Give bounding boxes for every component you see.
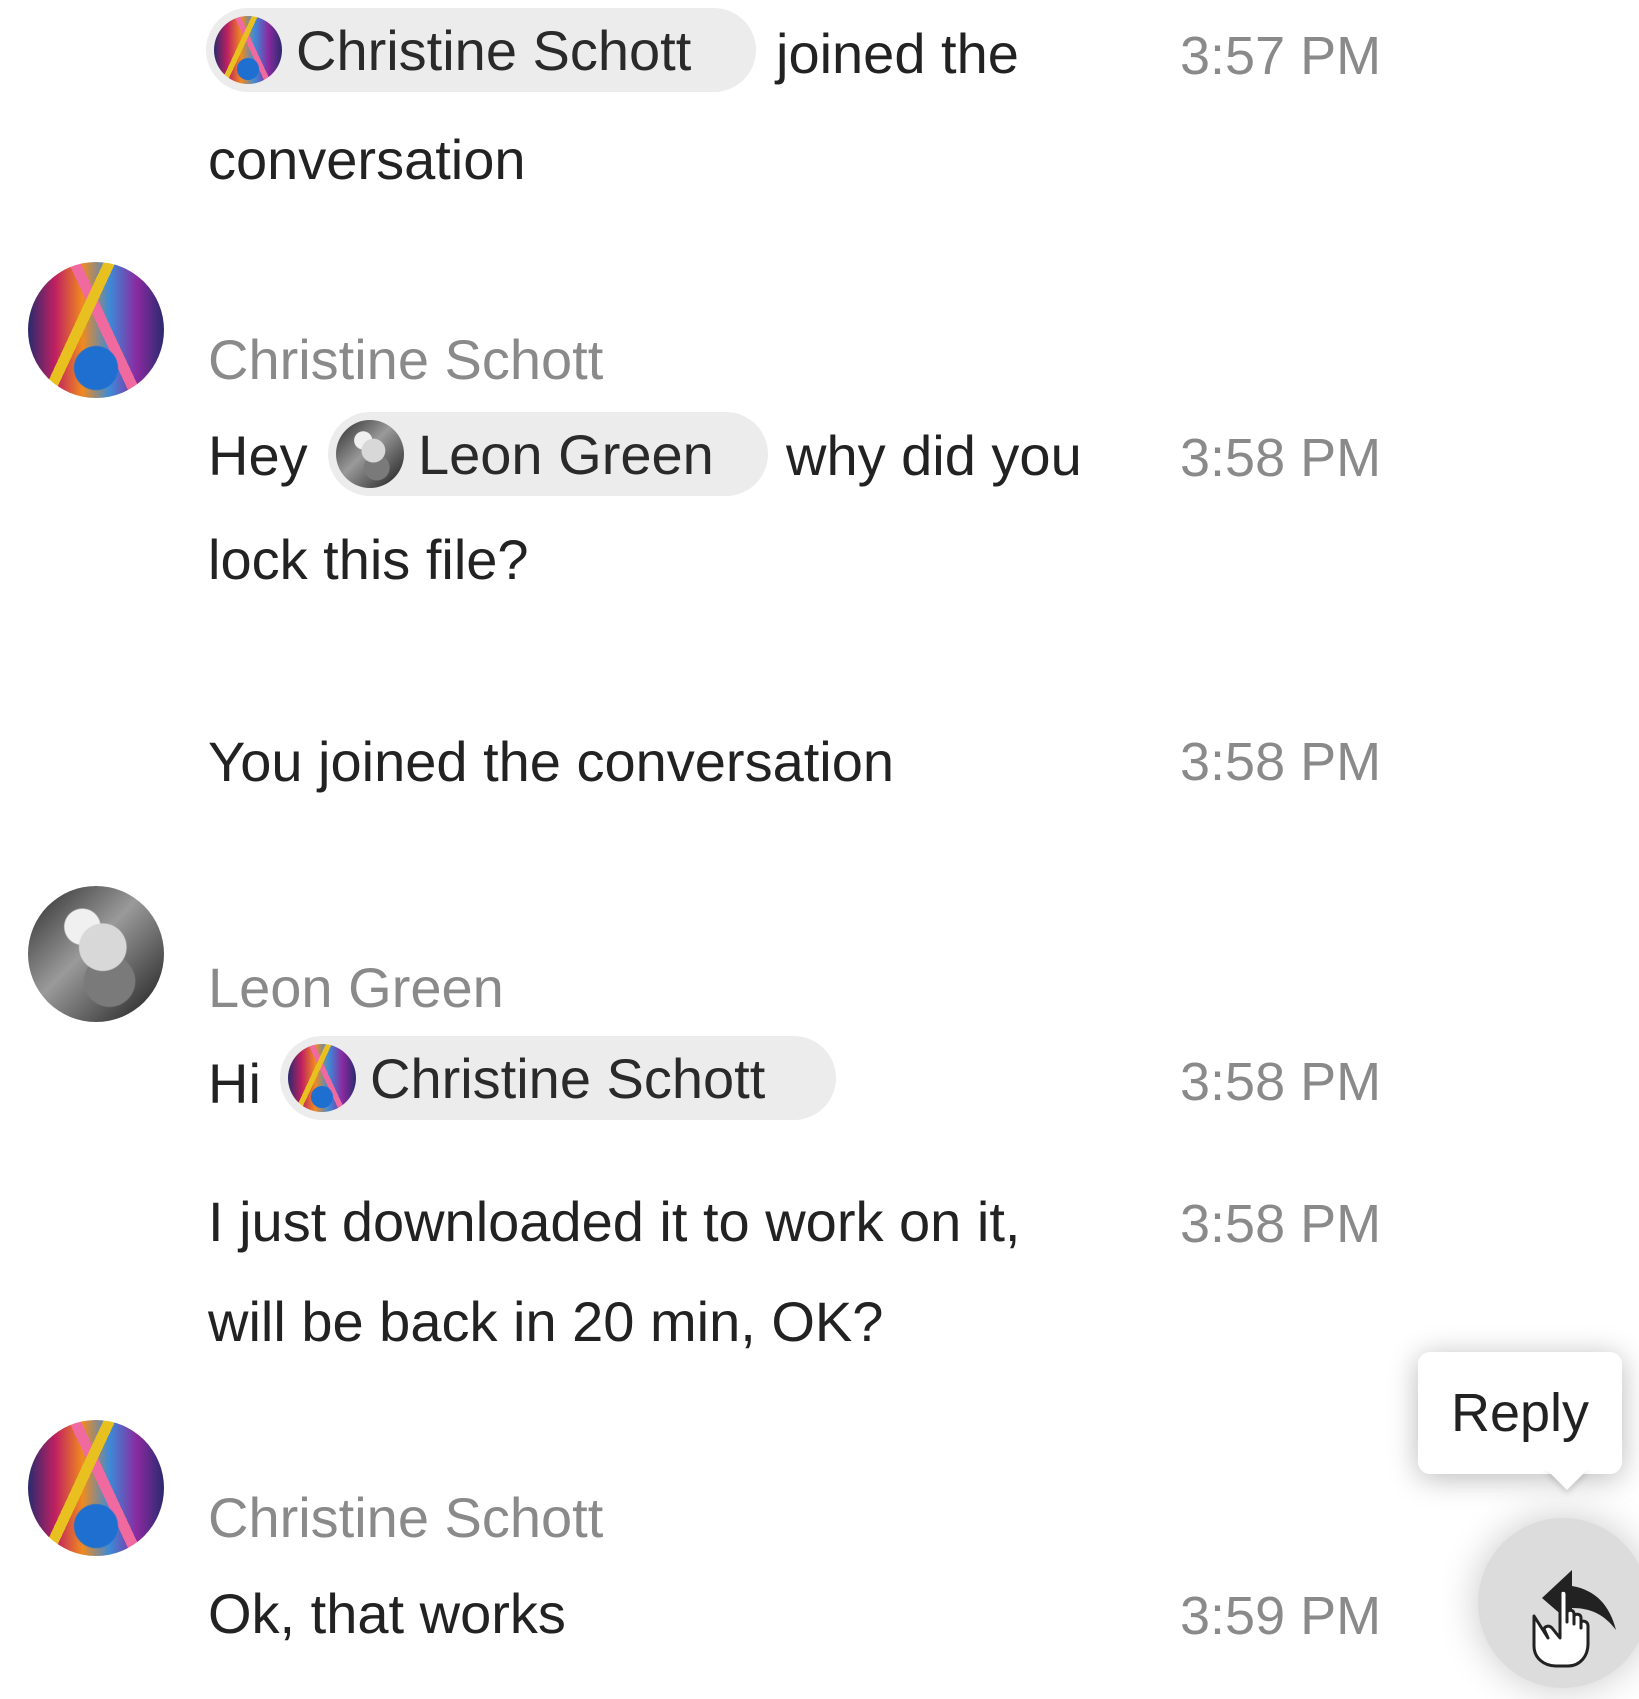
avatar-leon[interactable] — [28, 886, 164, 1022]
message-text-prefix: Hi — [208, 1052, 261, 1115]
mention-avatar-christine — [288, 1044, 356, 1112]
reply-button[interactable] — [1478, 1518, 1639, 1688]
message-timestamp: 3:58 PM — [1180, 1194, 1382, 1254]
message-timestamp: 3:58 PM — [1180, 732, 1382, 792]
message-author: Christine Schott — [208, 328, 604, 391]
message-text-line2: will be back in 20 min, OK? — [208, 1290, 884, 1353]
reply-tooltip: Reply — [1418, 1352, 1622, 1474]
mention-avatar-christine — [214, 16, 282, 84]
mention-name: Christine Schott — [296, 18, 692, 82]
reply-icon — [1532, 1570, 1616, 1668]
message-text-line1: I just downloaded it to work on it, — [208, 1190, 1021, 1253]
mention-name: Christine Schott — [370, 1046, 766, 1110]
message-text-prefix: Hey — [208, 424, 308, 487]
message-author: Leon Green — [208, 956, 504, 1019]
avatar-christine[interactable] — [28, 262, 164, 398]
message-timestamp: 3:58 PM — [1180, 1052, 1382, 1112]
message-text: Ok, that works — [208, 1582, 566, 1645]
system-message-line1: joined the — [776, 22, 1019, 85]
message-timestamp: 3:58 PM — [1180, 428, 1382, 488]
avatar-christine[interactable] — [28, 1420, 164, 1556]
mention-chip-leon[interactable]: Leon Green — [328, 412, 768, 496]
system-message: You joined the conversation — [208, 730, 894, 793]
message-timestamp: 3:57 PM — [1180, 26, 1382, 86]
mention-avatar-leon — [336, 420, 404, 488]
mention-name: Leon Green — [418, 422, 714, 486]
mention-chip-christine[interactable]: Christine Schott — [206, 8, 756, 92]
message-text-line2: lock this file? — [208, 528, 529, 591]
message-timestamp: 3:59 PM — [1180, 1586, 1382, 1646]
message-text-suffix: why did you — [786, 424, 1082, 487]
tooltip-arrow — [1545, 1468, 1589, 1490]
message-author: Christine Schott — [208, 1486, 604, 1549]
mention-chip-christine[interactable]: Christine Schott — [280, 1036, 836, 1120]
system-message-line2: conversation — [208, 128, 526, 191]
